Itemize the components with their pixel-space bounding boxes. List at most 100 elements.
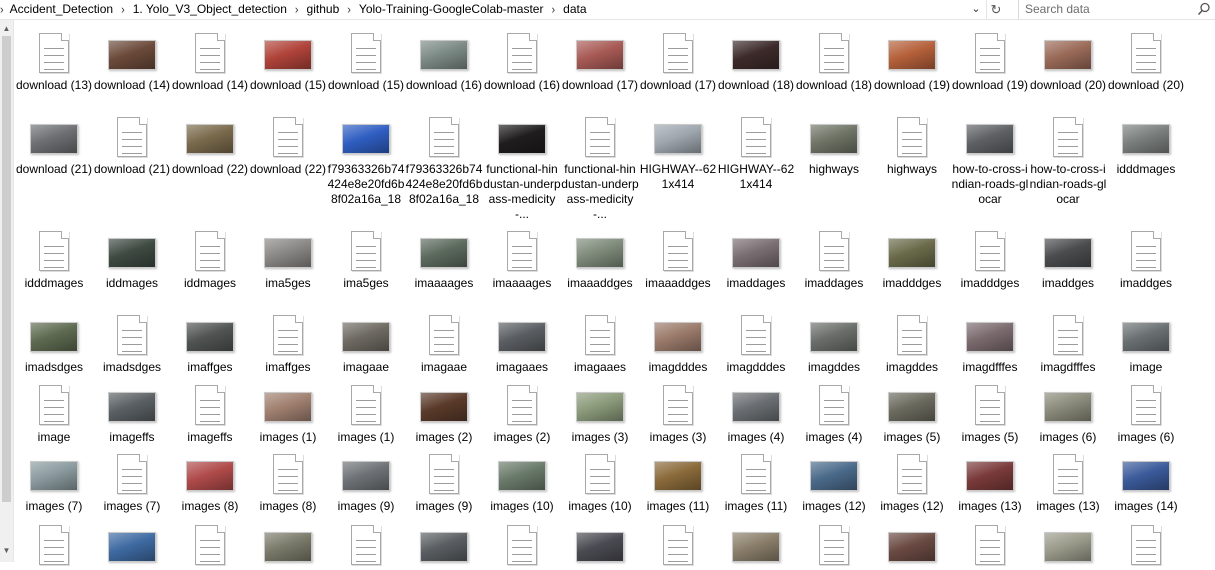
- file-item[interactable]: images (3): [560, 380, 640, 445]
- file-item[interactable]: HIGHWAY--621x414: [638, 112, 718, 192]
- file-item[interactable]: images (1): [248, 380, 328, 445]
- file-item[interactable]: download (15): [326, 28, 406, 93]
- search-icon[interactable]: [1197, 2, 1211, 16]
- file-item[interactable]: [638, 520, 718, 570]
- file-item[interactable]: iddmages: [170, 226, 250, 291]
- file-item[interactable]: images (11): [638, 449, 718, 514]
- file-item[interactable]: [404, 520, 484, 570]
- breadcrumb-item[interactable]: data: [561, 0, 588, 19]
- file-item[interactable]: images (7): [14, 449, 94, 514]
- file-item[interactable]: image: [1106, 310, 1186, 375]
- file-item[interactable]: download (14): [92, 28, 172, 93]
- file-item[interactable]: imadsdges: [92, 310, 172, 375]
- file-item[interactable]: iddmages: [92, 226, 172, 291]
- file-item[interactable]: [950, 520, 1030, 570]
- file-item[interactable]: ima5ges: [326, 226, 406, 291]
- file-item[interactable]: imagdfffes: [1028, 310, 1108, 375]
- file-item[interactable]: imageffs: [170, 380, 250, 445]
- file-item[interactable]: imagaaes: [560, 310, 640, 375]
- refresh-icon[interactable]: ↻: [986, 0, 1005, 19]
- file-item[interactable]: HIGHWAY--621x414: [716, 112, 796, 192]
- file-item[interactable]: imadddges: [950, 226, 1030, 291]
- file-item[interactable]: [560, 520, 640, 570]
- file-item[interactable]: images (5): [872, 380, 952, 445]
- file-item[interactable]: images (6): [1106, 380, 1186, 445]
- file-item[interactable]: download (21): [92, 112, 172, 177]
- file-item[interactable]: images (12): [794, 449, 874, 514]
- file-item[interactable]: download (17): [638, 28, 718, 93]
- file-item[interactable]: download (18): [794, 28, 874, 93]
- search-input[interactable]: [1025, 1, 1190, 17]
- file-item[interactable]: idddmages: [14, 226, 94, 291]
- file-item[interactable]: f79363326b74424e8e20fd6b8f02a16a_18: [404, 112, 484, 207]
- file-item[interactable]: [170, 520, 250, 570]
- file-item[interactable]: [1028, 520, 1108, 570]
- scroll-up-arrow-icon[interactable]: ▲: [0, 22, 13, 36]
- file-item[interactable]: ima5ges: [248, 226, 328, 291]
- file-item[interactable]: images (7): [92, 449, 172, 514]
- file-item[interactable]: imagdfffes: [950, 310, 1030, 375]
- file-item[interactable]: imaaaages: [482, 226, 562, 291]
- file-item[interactable]: images (2): [482, 380, 562, 445]
- file-item[interactable]: imagaaes: [482, 310, 562, 375]
- file-item[interactable]: idddmages: [1106, 112, 1186, 177]
- chevron-right-icon[interactable]: ›: [545, 0, 561, 19]
- file-item[interactable]: images (10): [482, 449, 562, 514]
- file-item[interactable]: download (20): [1028, 28, 1108, 93]
- file-item[interactable]: download (15): [248, 28, 328, 93]
- file-item[interactable]: [716, 520, 796, 570]
- file-item[interactable]: download (22): [248, 112, 328, 177]
- file-item[interactable]: f79363326b74424e8e20fd6b8f02a16a_18: [326, 112, 406, 207]
- file-item[interactable]: download (19): [872, 28, 952, 93]
- file-item[interactable]: [248, 520, 328, 570]
- file-item[interactable]: images (9): [404, 449, 484, 514]
- file-item[interactable]: [794, 520, 874, 570]
- file-item[interactable]: [482, 520, 562, 570]
- file-item[interactable]: images (3): [638, 380, 718, 445]
- file-item[interactable]: imaddages: [794, 226, 874, 291]
- breadcrumb[interactable]: › Accident_Detection › 1. Yolo_V3_Object_de…: [0, 0, 1008, 19]
- file-item[interactable]: functional-hindustan-underpass-medicity-…: [560, 112, 640, 222]
- file-item[interactable]: download (13): [14, 28, 94, 93]
- scroll-down-arrow-icon[interactable]: ▼: [0, 544, 13, 558]
- file-item[interactable]: imagaae: [326, 310, 406, 375]
- file-item[interactable]: imagdddes: [716, 310, 796, 375]
- file-item[interactable]: download (14): [170, 28, 250, 93]
- file-item[interactable]: imaffges: [170, 310, 250, 375]
- breadcrumb-item[interactable]: Accident_Detection: [8, 0, 115, 19]
- file-item[interactable]: how-to-cross-indian-roads-glocar: [950, 112, 1030, 207]
- file-item[interactable]: imaddages: [716, 226, 796, 291]
- file-item[interactable]: images (13): [950, 449, 1030, 514]
- chevron-right-icon[interactable]: ›: [0, 0, 8, 19]
- file-item[interactable]: download (17): [560, 28, 640, 93]
- file-item[interactable]: imaaaddges: [560, 226, 640, 291]
- scrollbar-thumb[interactable]: [2, 36, 11, 502]
- file-item[interactable]: highways: [872, 112, 952, 177]
- chevron-right-icon[interactable]: ›: [341, 0, 357, 19]
- file-item[interactable]: images (5): [950, 380, 1030, 445]
- file-item[interactable]: imadddges: [872, 226, 952, 291]
- file-item[interactable]: highways: [794, 112, 874, 177]
- file-item[interactable]: imaffges: [248, 310, 328, 375]
- search-box[interactable]: [1018, 0, 1215, 19]
- file-item[interactable]: images (14): [1106, 449, 1186, 514]
- file-item[interactable]: [92, 520, 172, 570]
- file-item[interactable]: images (2): [404, 380, 484, 445]
- file-item[interactable]: images (10): [560, 449, 640, 514]
- file-item[interactable]: download (18): [716, 28, 796, 93]
- file-item[interactable]: imaaaages: [404, 226, 484, 291]
- file-item[interactable]: imagdddes: [638, 310, 718, 375]
- file-item[interactable]: download (16): [482, 28, 562, 93]
- file-item[interactable]: download (16): [404, 28, 484, 93]
- breadcrumb-item[interactable]: Yolo-Training-GoogleColab-master: [357, 0, 546, 19]
- file-item[interactable]: imagddes: [872, 310, 952, 375]
- chevron-down-icon[interactable]: ⌄: [968, 0, 984, 19]
- breadcrumb-item[interactable]: github: [305, 0, 342, 19]
- file-item[interactable]: download (19): [950, 28, 1030, 93]
- file-item[interactable]: images (13): [1028, 449, 1108, 514]
- file-item[interactable]: imagddes: [794, 310, 874, 375]
- vertical-scrollbar[interactable]: ▲ ▼: [0, 20, 14, 562]
- file-item[interactable]: imageffs: [92, 380, 172, 445]
- file-item[interactable]: functional-hindustan-underpass-medicity-…: [482, 112, 562, 222]
- file-item[interactable]: images (11): [716, 449, 796, 514]
